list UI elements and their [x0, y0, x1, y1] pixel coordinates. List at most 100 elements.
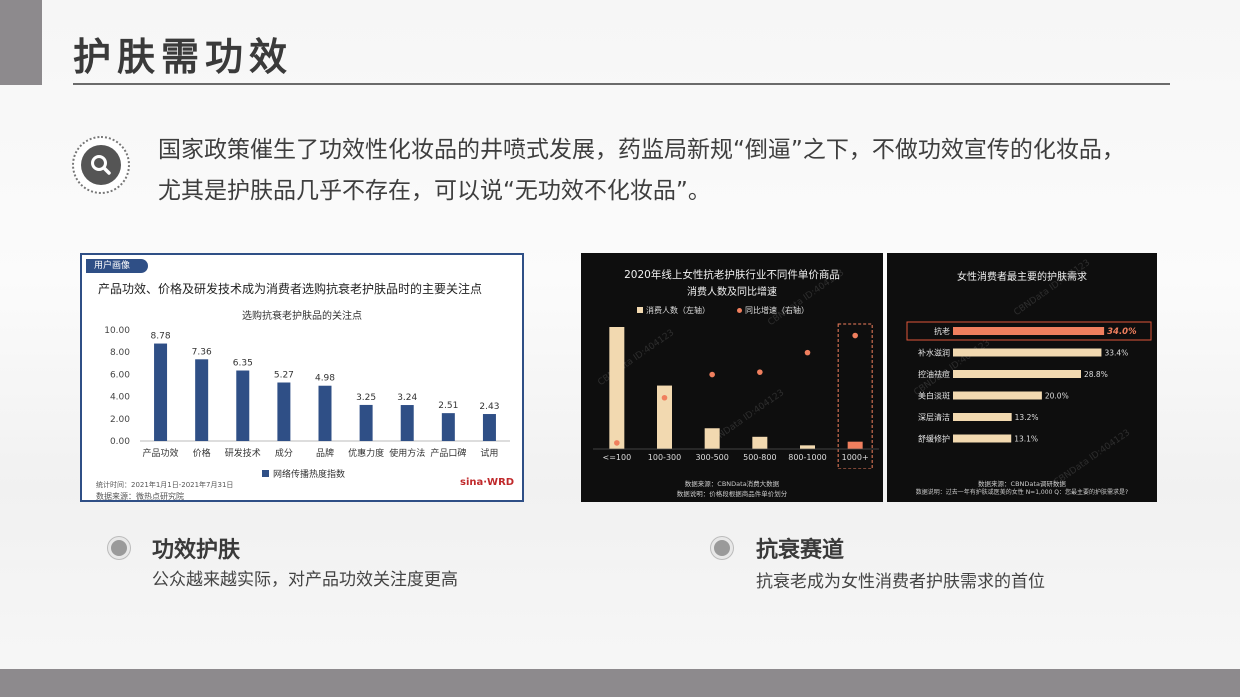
x-tick-label: 产品功效 [143, 447, 179, 459]
growth-dot [804, 349, 811, 356]
x-tick-label: 1000+ [842, 453, 869, 462]
legend-dot: 同比增速（右轴） [737, 305, 809, 316]
growth-dot [614, 440, 620, 446]
search-badge[interactable] [72, 136, 130, 194]
title-divider [73, 83, 1170, 85]
footnote-period: 统计时间：2021年1月1日-2021年7月31日 [96, 481, 234, 489]
bar [953, 348, 1102, 357]
chart-title: 2020年线上女性抗老护肤行业不同件单价商品 [624, 269, 840, 281]
legend-bar-swatch [637, 307, 643, 313]
bar-value-label: 28.8% [1084, 370, 1108, 379]
y-tick-label: 10.00 [104, 326, 130, 336]
bar [359, 404, 373, 441]
x-tick-label: 试用 [480, 447, 498, 459]
y-tick-label: 4.00 [110, 393, 130, 403]
bar [154, 343, 168, 441]
legend-dot-label: 同比增速（右轴） [745, 306, 809, 315]
bar-value-label: 2.51 [438, 401, 458, 411]
growth-dot [852, 332, 858, 339]
skincare-needs-chart-card: CBNData ID:404123 CBNData ID:404123 CBND… [887, 253, 1157, 502]
section-desc-efficacy: 公众越来越实际，对产品功效关注度更高 [152, 570, 458, 590]
category-label: 控油祛痘 [918, 369, 950, 379]
attention-chart-card: 用户画像 产品功效、价格及研发技术成为消费者选购抗衰老护肤品时的主要关注点 选购… [80, 253, 524, 502]
skincare-needs-chart: 抗老 34.0% 补水滋润 33.4% 控油祛痘 28.8% 美白淡斑 20.0% 深层清洁 13… [906, 321, 1152, 444]
section-heading-efficacy: 功效护肤 [152, 538, 241, 563]
legend-swatch [262, 470, 269, 477]
intro-line-1: 国家政策催生了功效性化妆品的井喷式发展，药监局新规“倒逼”之下，不做功效宣传的化… [158, 137, 1125, 163]
bar [704, 428, 720, 449]
category-label: 补水滋润 [918, 348, 950, 358]
category-label: 深层清洁 [918, 412, 950, 422]
category-label: 美白淡斑 [918, 391, 950, 401]
page-title: 护肤需功效 [73, 35, 294, 79]
intro-text: 国家政策催生了功效性化妆品的井喷式发展，药监局新规“倒逼”之下，不做功效宣传的化… [158, 130, 1178, 212]
section-desc-anti-aging: 抗衰老成为女性消费者护肤需求的首位 [756, 572, 1045, 592]
x-tick-label: 100-300 [648, 453, 681, 462]
price-band-chart: <=100 100-300 300-500 500-800 800-1000 1000+ [593, 323, 879, 469]
corner-accent [0, 0, 42, 85]
intro-line-2: 尤其是护肤品几乎不存在，可以说“无功效不化妆品”。 [158, 178, 711, 204]
x-tick-label: 品牌 [316, 447, 334, 459]
bar-value-label: 4.98 [315, 374, 335, 384]
x-tick-label: 研发技术 [225, 447, 261, 459]
x-tick-label: 成分 [275, 447, 293, 459]
x-tick-label: 800-1000 [788, 453, 827, 462]
bar [482, 414, 496, 441]
bar [236, 370, 250, 441]
bar [953, 434, 1012, 443]
bar [609, 327, 625, 449]
bar-value-label: 3.24 [397, 393, 417, 403]
bar [953, 391, 1042, 400]
bar [441, 413, 455, 441]
bar-value-label: 13.1% [1014, 435, 1038, 444]
chart-subtitle: 消费人数及同比增速 [687, 287, 777, 298]
section-heading-anti-aging: 抗衰赛道 [756, 538, 845, 563]
bar-value-label: 3.25 [356, 393, 376, 403]
bar-value-label: 6.35 [233, 359, 253, 369]
bottom-bar [0, 669, 1240, 697]
chart-title: 女性消费者最主要的护肤需求 [957, 272, 1087, 283]
y-tick-label: 2.00 [110, 415, 130, 425]
bar [195, 359, 209, 441]
x-tick-label: 产品口碑 [430, 447, 466, 459]
x-tick-label: 500-800 [743, 453, 776, 462]
watermark: CBNData ID:404123 [1012, 257, 1093, 319]
bar [953, 413, 1012, 421]
x-tick-label: 300-500 [695, 453, 728, 462]
bar-value-label: 8.78 [151, 332, 171, 342]
chart-note: 数据说明：过去一年有护肤或医美的女性 N=1,000 Q：您最主要的护肤需求是? [915, 489, 1129, 496]
bar [400, 405, 414, 441]
footnote-source: 数据来源：微热点研究院 [96, 492, 184, 501]
bar-value-label: 5.27 [274, 371, 294, 381]
sina-wrd-logo: sina·WRD [460, 477, 515, 488]
user-profile-tag: 用户画像 [86, 259, 149, 273]
bar [277, 382, 291, 441]
y-tick-label: 0.00 [110, 437, 130, 447]
legend-label: 网络传播热度指数 [273, 470, 346, 480]
chart-note: 数据说明：价格段根据商品件单价划分 [676, 490, 788, 498]
x-tick-label: <=100 [602, 453, 631, 462]
bar-value-label: 20.0% [1045, 392, 1069, 401]
bar [953, 370, 1081, 378]
bar [847, 441, 863, 449]
bar-value-label: 7.36 [192, 347, 212, 357]
bar-value-label: 13.2% [1015, 413, 1039, 422]
chart-legend: 网络传播热度指数 [262, 467, 345, 480]
bar [953, 327, 1105, 335]
category-label: 舒缓修护 [918, 434, 950, 444]
price-band-chart-card: CBNData ID:404123 CBNData ID:404123 CBND… [581, 253, 883, 502]
legend-bar: 消费人数（左轴） [637, 305, 710, 316]
x-tick-label: 价格 [193, 447, 211, 459]
growth-dot [661, 394, 668, 401]
category-label: 抗老 [934, 326, 950, 336]
bullet-icon [108, 537, 130, 559]
bar-value-label: 2.43 [479, 402, 499, 412]
y-tick-label: 8.00 [110, 348, 130, 358]
bar [318, 385, 332, 441]
chart-source: 数据来源：CBNData消费大数据 [684, 480, 780, 488]
x-tick-label: 使用方法 [389, 447, 425, 459]
x-tick-label: 优惠力度 [348, 447, 384, 459]
growth-dot [757, 369, 763, 375]
bar [800, 445, 815, 449]
bar [752, 436, 768, 449]
